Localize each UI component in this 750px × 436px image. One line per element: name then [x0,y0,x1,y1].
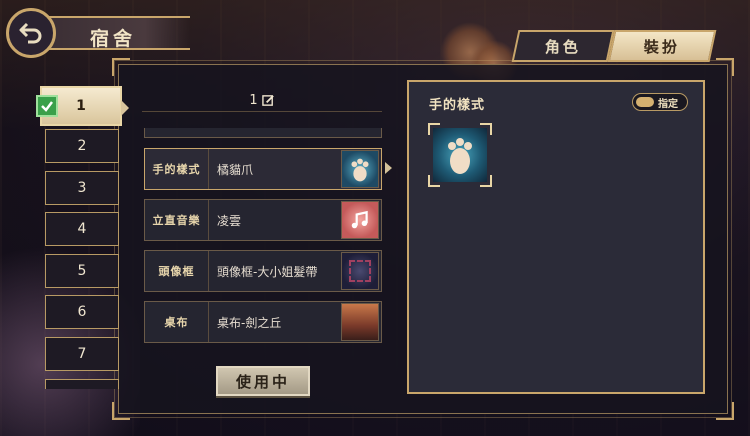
item-name: 橘貓爪 [217,162,254,177]
frame-corner [716,402,734,420]
slot-3[interactable]: 3 [45,171,119,205]
assign-toggle[interactable]: 指定 [632,93,688,111]
item-name: 桌布-劍之丘 [217,315,282,330]
item-name: 凌雲 [217,213,242,228]
item-row-partial [144,128,382,138]
frame-corner [112,402,130,420]
preset-name: 1 [249,93,258,108]
page-title: 宿舍 [90,28,137,50]
tab-role-label: 角色 [544,37,581,56]
slot-label: 2 [77,138,87,154]
item-name: 頭像框-大小姐髮帶 [217,264,318,279]
edit-icon[interactable] [261,94,275,107]
tab-role[interactable]: 角色 [511,30,615,62]
select-bracket [428,175,440,187]
check-icon [36,95,58,117]
slot-label: 5 [77,263,87,279]
assign-label: 指定 [658,98,678,110]
slot-5[interactable]: 5 [45,254,119,288]
music-note-icon [341,201,379,239]
detail-title: 手的樣式 [429,98,486,113]
slot-partial [45,379,119,389]
slot-6[interactable]: 6 [45,295,119,329]
item-category: 立直音樂 [145,200,209,240]
item-row-tablecloth[interactable]: 桌布 桌布-劍之丘 [144,301,382,343]
tab-dress-up[interactable]: 裝扮 [607,30,717,62]
item-row-hand-style[interactable]: 手的樣式 橘貓爪 [144,148,382,190]
frame-corner [112,58,130,76]
item-row-riichi-music[interactable]: 立直音樂 凌雲 [144,199,382,241]
in-use-button[interactable]: 使用中 [216,366,310,396]
slot-label: 7 [77,346,87,362]
slot-2[interactable]: 2 [45,129,119,163]
paw-icon [341,150,379,188]
item-row-avatar-frame[interactable]: 頭像框 頭像框-大小姐髮帶 [144,250,382,292]
slot-label: 4 [77,221,87,237]
slot-4[interactable]: 4 [45,212,119,246]
selection-arrow-icon [385,162,392,174]
tab-dress-up-label: 裝扮 [643,37,680,56]
paw-icon [433,128,487,182]
item-category: 桌布 [145,302,209,342]
select-bracket [428,123,440,135]
back-button[interactable] [6,8,56,58]
slot-label: 6 [77,304,87,320]
tablecloth-icon [341,303,379,341]
item-category: 頭像框 [145,251,209,291]
title-bar: 宿舍 [40,16,190,50]
frame-corner [716,58,734,76]
preset-name-header[interactable]: 1 [142,90,382,112]
toggle-icon [636,97,654,107]
detail-item-card[interactable] [428,123,492,187]
slot-label: 1 [76,98,86,114]
item-category: 手的樣式 [145,149,209,189]
slot-label: 3 [77,180,87,196]
slot-7[interactable]: 7 [45,337,119,371]
avatar-frame-icon [341,252,379,290]
select-bracket [480,175,492,187]
select-bracket [480,123,492,135]
back-arrow-icon [19,22,42,44]
